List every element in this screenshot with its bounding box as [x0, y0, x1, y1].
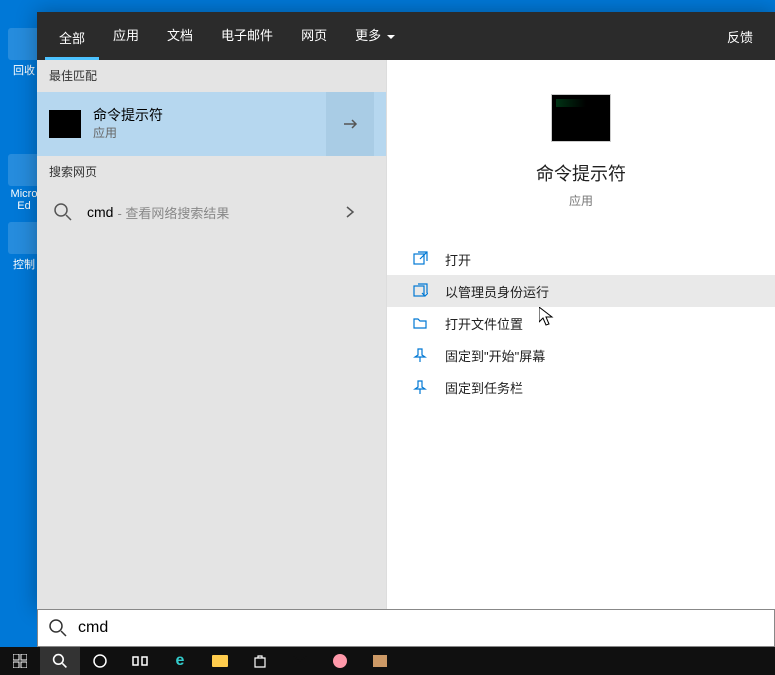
- web-result-chevron[interactable]: [326, 180, 374, 244]
- admin-icon: [411, 282, 429, 300]
- action-pin-start[interactable]: 固定到"开始"屏幕: [387, 339, 775, 371]
- taskbar: e: [0, 647, 775, 675]
- section-best-match: 最佳匹配: [37, 60, 386, 92]
- action-open[interactable]: 打开: [387, 243, 775, 275]
- action-label: 固定到任务栏: [445, 378, 523, 397]
- result-title: 命令提示符: [93, 106, 326, 126]
- action-label: 打开文件位置: [445, 314, 523, 333]
- result-command-prompt[interactable]: 命令提示符 应用: [37, 92, 386, 156]
- desktop-icon-recycle[interactable]: 回收: [8, 28, 40, 78]
- taskbar-explorer-icon[interactable]: [200, 647, 240, 675]
- tab-documents[interactable]: 文档: [153, 12, 207, 60]
- tab-apps[interactable]: 应用: [99, 12, 153, 60]
- search-icon: [53, 202, 73, 222]
- tab-more[interactable]: 更多: [341, 12, 409, 60]
- start-search-panel: 全部 应用 文档 电子邮件 网页 更多 反馈 最佳匹配 命令提示符 应用 搜索网…: [37, 12, 775, 609]
- desktop-icon-label: 回收: [13, 65, 35, 77]
- desktop-icon-control[interactable]: 控制: [8, 222, 40, 272]
- taskbar-app-icon[interactable]: [320, 647, 360, 675]
- command-prompt-icon: [49, 110, 81, 138]
- open-icon: [411, 250, 429, 268]
- taskbar-cortana-button[interactable]: [80, 647, 120, 675]
- expand-result-button[interactable]: [326, 92, 374, 156]
- feedback-link[interactable]: 反馈: [713, 27, 767, 46]
- taskbar-app-icon-2[interactable]: [360, 647, 400, 675]
- taskbar-edge-icon[interactable]: e: [160, 647, 200, 675]
- web-search-result[interactable]: cmd - 查看网络搜索结果: [37, 188, 386, 236]
- preview-app-icon: [551, 94, 611, 142]
- action-pin-taskbar[interactable]: 固定到任务栏: [387, 371, 775, 403]
- action-label: 打开: [445, 250, 471, 269]
- tab-web[interactable]: 网页: [287, 12, 341, 60]
- preview-pane: 命令提示符 应用 打开 以管理员身份运行 打开文件位置 固定到: [386, 60, 775, 609]
- action-list: 打开 以管理员身份运行 打开文件位置 固定到"开始"屏幕 固定到任务栏: [387, 229, 775, 403]
- taskbar-store-icon[interactable]: [240, 647, 280, 675]
- results-pane: 最佳匹配 命令提示符 应用 搜索网页 cmd - 查看网络搜索结果: [37, 60, 386, 609]
- desktop-icon-edge[interactable]: Micro Ed: [8, 154, 40, 212]
- search-input[interactable]: [78, 619, 764, 637]
- web-query-text: cmd: [87, 204, 113, 220]
- start-button[interactable]: [0, 647, 40, 675]
- folder-icon: [411, 314, 429, 332]
- web-query-hint: - 查看网络搜索结果: [117, 203, 229, 222]
- action-open-location[interactable]: 打开文件位置: [387, 307, 775, 339]
- action-label: 固定到"开始"屏幕: [445, 346, 545, 365]
- search-body: 最佳匹配 命令提示符 应用 搜索网页 cmd - 查看网络搜索结果: [37, 60, 775, 609]
- action-label: 以管理员身份运行: [445, 282, 549, 301]
- search-icon: [48, 618, 68, 638]
- tab-all[interactable]: 全部: [45, 12, 99, 60]
- result-subtitle: 应用: [93, 125, 326, 142]
- preview-header: 命令提示符 应用: [387, 60, 775, 229]
- search-box[interactable]: [37, 609, 775, 647]
- preview-subtitle: 应用: [387, 192, 775, 209]
- desktop-icon-label: 控制: [13, 259, 35, 271]
- taskbar-search-button[interactable]: [40, 647, 80, 675]
- pin-taskbar-icon: [411, 378, 429, 396]
- tab-email[interactable]: 电子邮件: [207, 12, 287, 60]
- taskbar-mail-icon[interactable]: [280, 647, 320, 675]
- desktop-icon-label: Micro Ed: [11, 188, 38, 212]
- pin-start-icon: [411, 346, 429, 364]
- search-filter-tabs: 全部 应用 文档 电子邮件 网页 更多 反馈: [37, 12, 775, 60]
- action-run-as-admin[interactable]: 以管理员身份运行: [387, 275, 775, 307]
- preview-title: 命令提示符: [387, 160, 775, 186]
- taskbar-taskview-button[interactable]: [120, 647, 160, 675]
